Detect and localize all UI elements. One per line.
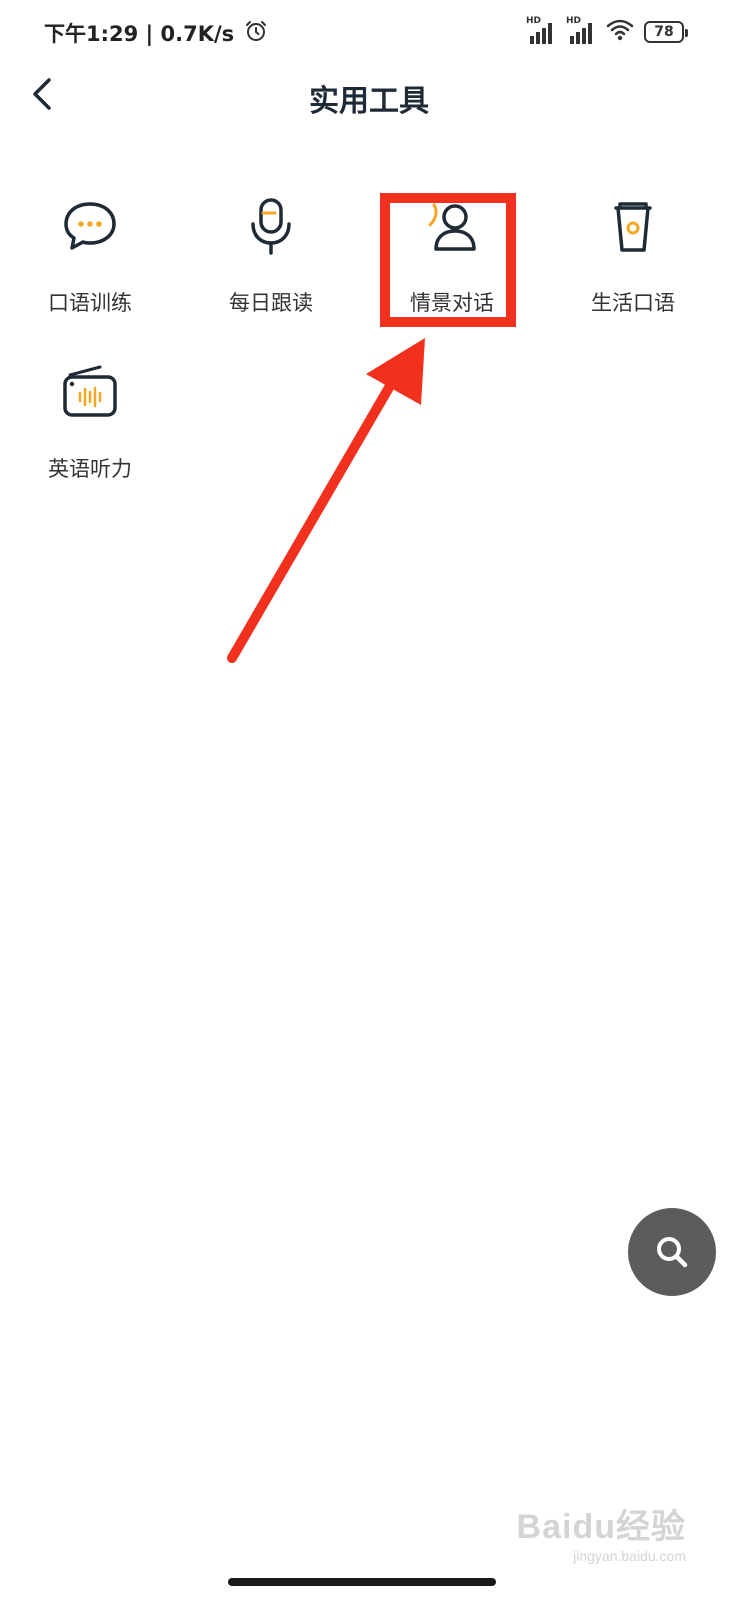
- signal-icon-1: HD: [526, 16, 556, 44]
- alarm-icon: [244, 19, 268, 48]
- radio-icon: [58, 361, 122, 425]
- tool-item-speaking-training[interactable]: 口语训练: [0, 195, 180, 335]
- tool-label: 每日跟读: [229, 291, 313, 315]
- status-time-speed: 下午1:29 | 0.7K/s: [44, 22, 235, 46]
- search-icon: [657, 1237, 688, 1268]
- chat-bubble-icon: [58, 195, 122, 259]
- battery-indicator: 78: [644, 21, 688, 43]
- wifi-icon: [606, 18, 634, 46]
- tool-label: 英语听力: [48, 457, 132, 481]
- header: 实用工具: [0, 60, 738, 130]
- tool-label: 情景对话: [410, 291, 494, 315]
- tool-label: 生活口语: [591, 291, 675, 315]
- status-right: HD HD 78: [526, 16, 688, 46]
- status-left: 下午1:29 | 0.7K/s: [44, 18, 268, 48]
- tool-item-daily-reading[interactable]: 每日跟读: [181, 195, 361, 335]
- signal-icon-2: HD: [566, 16, 596, 44]
- watermark-url: jingyan.baidu.com: [573, 1548, 686, 1564]
- status-bar: 下午1:29 | 0.7K/s HD HD 78: [0, 0, 738, 64]
- tool-item-daily-life-speaking[interactable]: 生活口语: [543, 195, 723, 335]
- tool-item-english-listening[interactable]: 英语听力: [0, 361, 180, 501]
- tool-item-scenario-dialogue[interactable]: 情景对话: [362, 195, 542, 335]
- home-indicator[interactable]: [228, 1578, 496, 1586]
- cup-icon: [601, 195, 665, 259]
- person-dialogue-icon: [420, 195, 484, 259]
- floating-search-button[interactable]: [628, 1208, 716, 1296]
- microphone-icon: [239, 195, 303, 259]
- baidu-watermark: Baidu经验 jingyan.baidu.com: [517, 1499, 686, 1564]
- tool-label: 口语训练: [48, 291, 132, 315]
- watermark-brand: Baidu经验: [516, 1508, 686, 1546]
- page-title: 实用工具: [309, 84, 429, 119]
